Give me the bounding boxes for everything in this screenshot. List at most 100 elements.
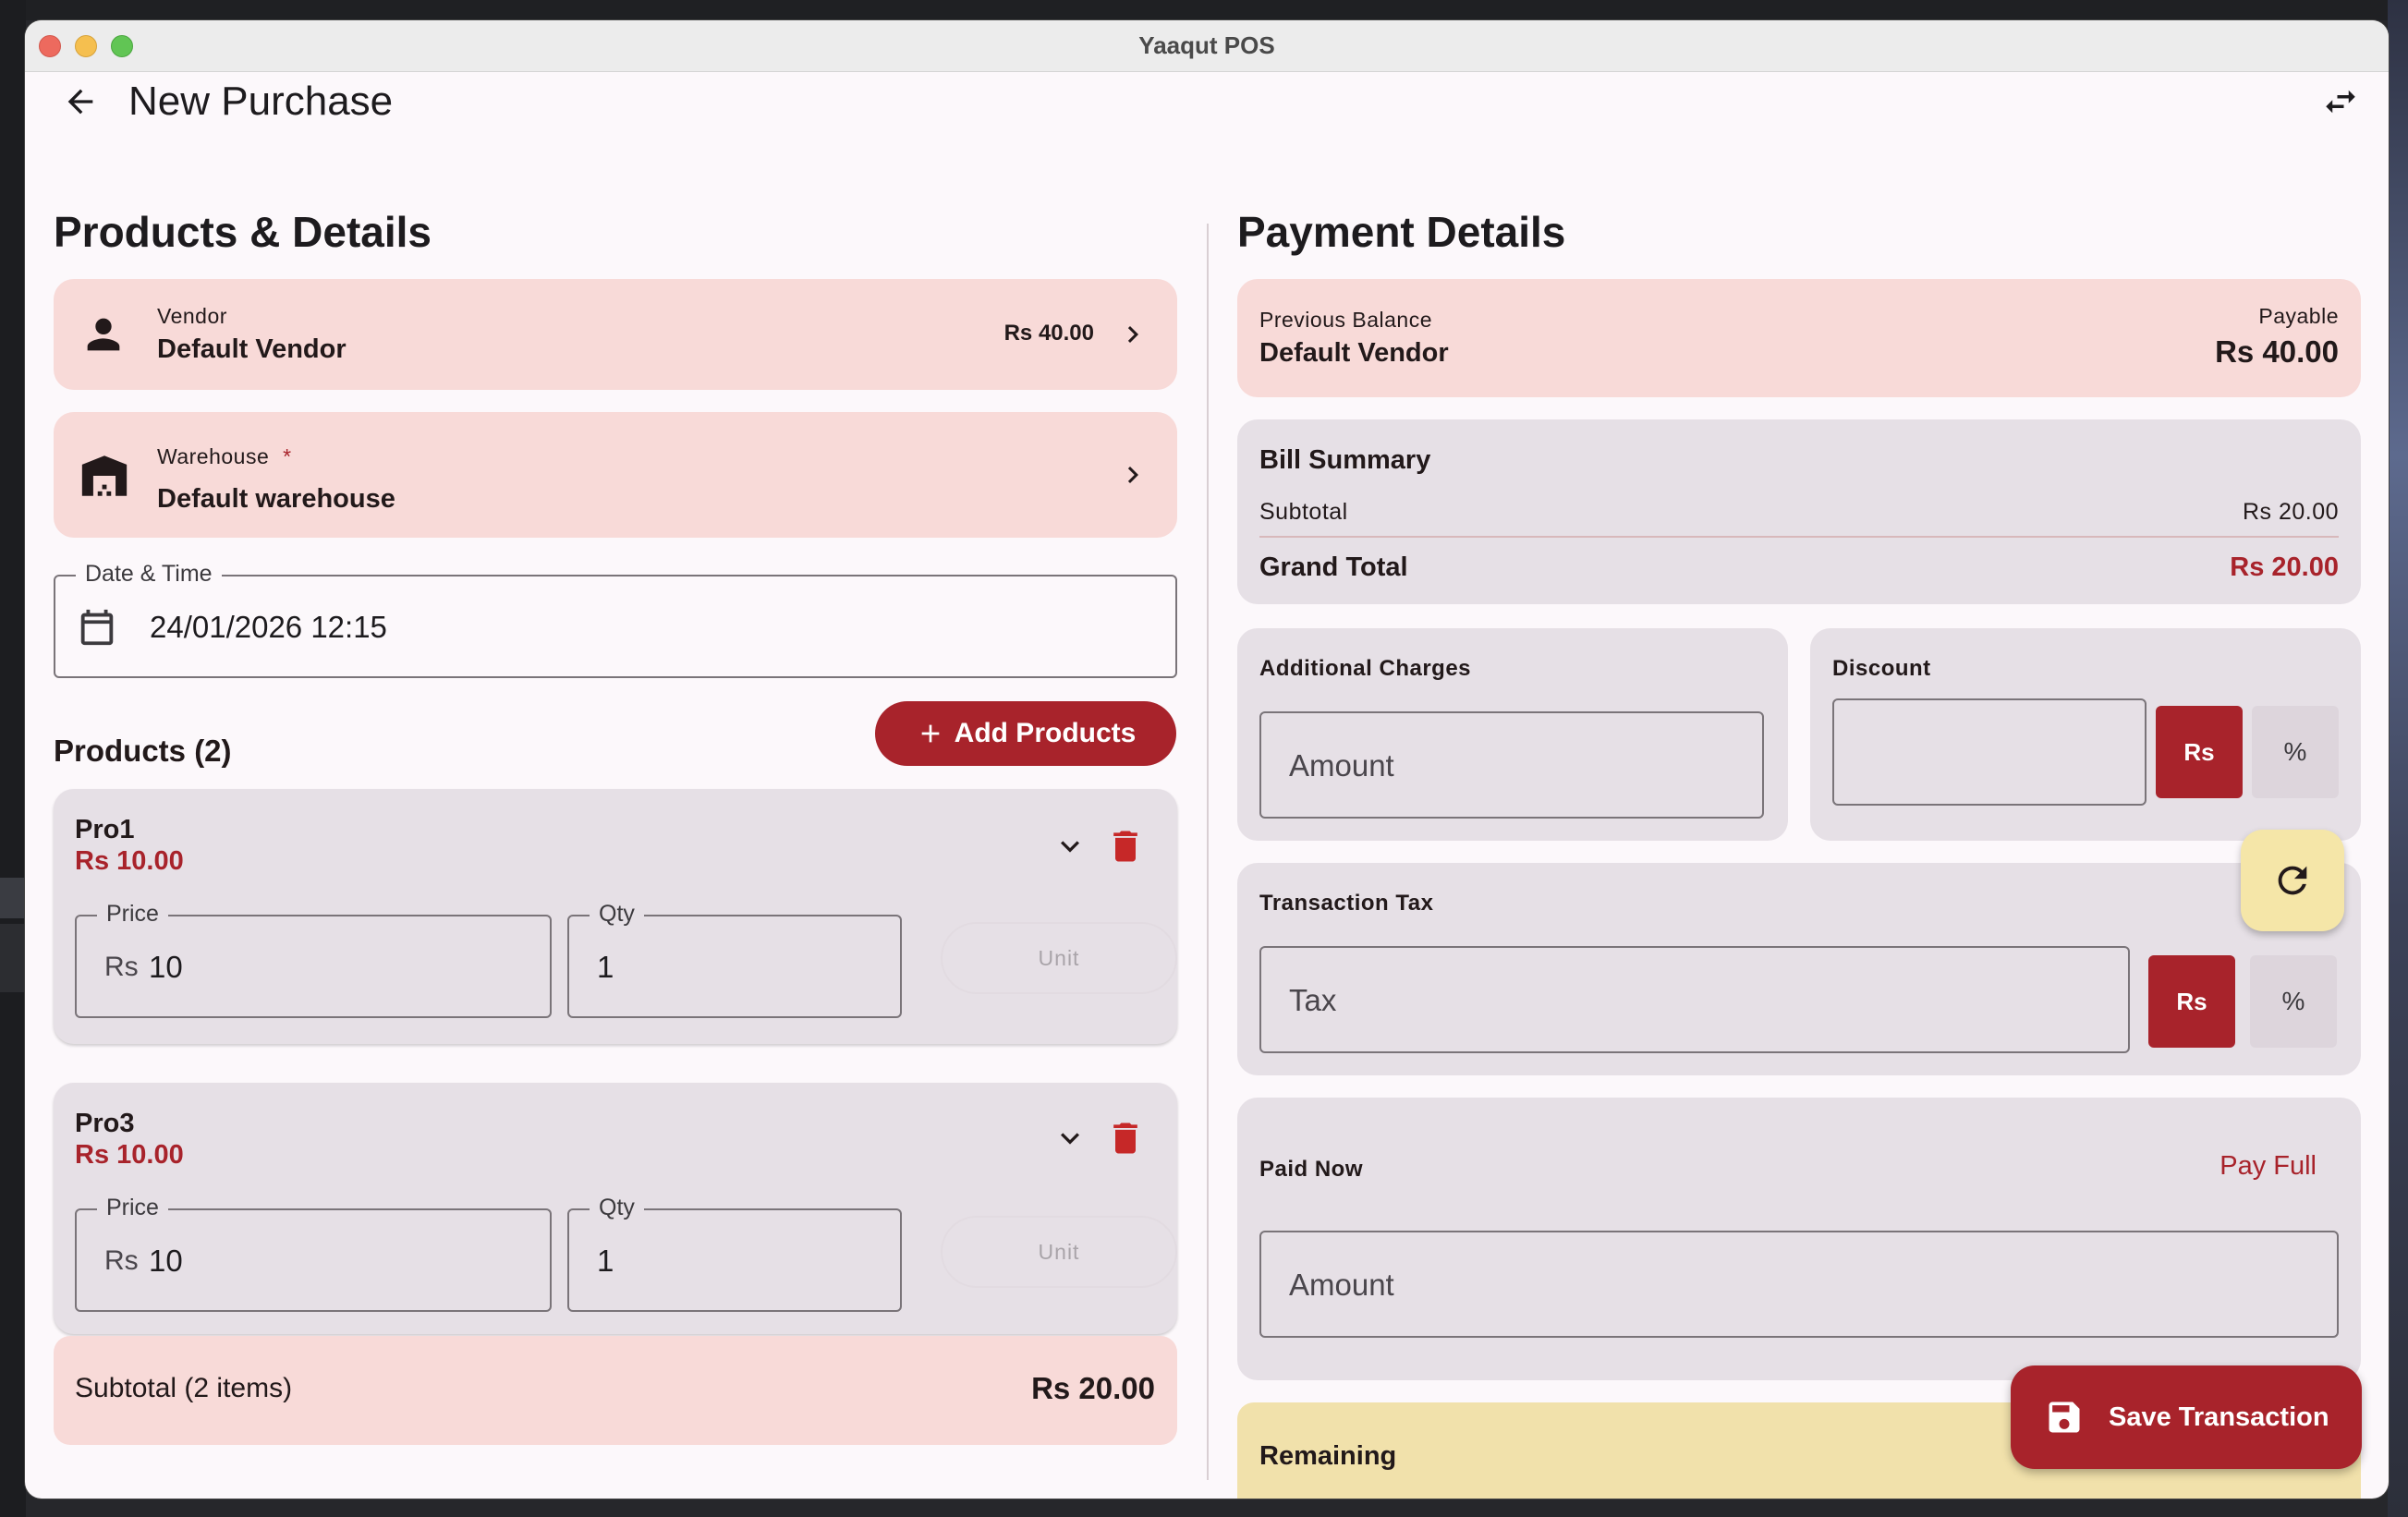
delete-icon[interactable]: [1105, 826, 1146, 867]
add-products-label: Add Products: [954, 718, 1137, 748]
discount-percent-toggle[interactable]: %: [2252, 706, 2339, 798]
window-title: Yaaqut POS: [1138, 31, 1275, 59]
additional-charges-card: Additional Charges Amount: [1237, 628, 1788, 841]
warehouse-icon: [78, 449, 131, 503]
calendar-icon: [76, 606, 118, 649]
remaining-label: Remaining: [1259, 1441, 1397, 1471]
bill-subtotal-value: Rs 20.00: [2242, 499, 2339, 525]
tax-percent-toggle[interactable]: %: [2250, 955, 2337, 1048]
qty-field[interactable]: Qty 1: [567, 1195, 902, 1312]
bill-subtotal-label: Subtotal: [1259, 499, 1348, 525]
discount-title: Discount: [1832, 656, 1931, 681]
tax-input[interactable]: Tax: [1259, 946, 2130, 1053]
transaction-tax-title: Transaction Tax: [1259, 891, 1434, 916]
save-icon: [2049, 1402, 2080, 1433]
paid-now-title: Paid Now: [1259, 1157, 1364, 1182]
discount-card: Discount Rs %: [1810, 628, 2361, 841]
chevron-right-icon: [1116, 458, 1149, 492]
chevron-down-icon[interactable]: [1052, 828, 1088, 865]
products-heading: Products (2): [54, 734, 232, 768]
product-card: Pro3 Rs 10.00 Price Rs 10 Qty 1 Unit: [54, 1083, 1177, 1334]
products-details-title: Products & Details: [54, 208, 432, 256]
additional-charges-placeholder: Amount: [1289, 748, 1394, 783]
add-products-button[interactable]: Add Products: [875, 701, 1176, 766]
transaction-tax-card: Transaction Tax Tax Rs %: [1237, 863, 2361, 1075]
tax-rs-toggle[interactable]: Rs: [2148, 955, 2235, 1048]
qty-field[interactable]: Qty 1: [567, 901, 902, 1018]
bill-summary-card: Bill Summary Subtotal Rs 20.00 Grand Tot…: [1237, 419, 2361, 604]
price-field[interactable]: Price Rs 10: [75, 901, 552, 1018]
bill-summary-title: Bill Summary: [1259, 445, 1431, 475]
vendor-name: Default Vendor: [157, 334, 347, 364]
title-bar: Yaaqut POS: [25, 20, 2389, 72]
background-desktop-strip: [2388, 0, 2408, 1517]
payable-status: Payable: [2258, 304, 2339, 328]
add-icon: [921, 724, 939, 743]
delete-icon[interactable]: [1105, 1118, 1146, 1159]
vendor-label: Vendor: [157, 304, 227, 328]
warehouse-label: Warehouse *: [157, 444, 292, 469]
grand-total-value: Rs 20.00: [2230, 552, 2339, 582]
previous-balance-card: Previous Balance Default Vendor Payable …: [1237, 279, 2361, 397]
previous-balance-label: Previous Balance: [1259, 308, 1432, 332]
tax-placeholder: Tax: [1289, 983, 1337, 1017]
additional-charges-title: Additional Charges: [1259, 656, 1472, 681]
product-card: Pro1 Rs 10.00 Price Rs 10 Qty 1 Unit: [54, 789, 1177, 1044]
currency-prefix: Rs: [104, 952, 139, 982]
back-arrow-icon: [67, 89, 93, 115]
date-time-label: Date & Time: [76, 561, 222, 588]
grand-total-label: Grand Total: [1259, 552, 1408, 582]
qty-value: 1: [597, 1244, 614, 1278]
summary-divider: [1259, 536, 2339, 538]
discount-rs-toggle[interactable]: Rs: [2156, 706, 2243, 798]
vendor-balance: Rs 40.00: [1003, 321, 1094, 346]
price-label: Price: [97, 1195, 168, 1221]
app-window: Yaaqut POS New Purchase Products & Detai…: [25, 20, 2389, 1499]
warehouse-label-text: Warehouse: [157, 444, 270, 468]
paid-now-placeholder: Amount: [1289, 1268, 1394, 1302]
paid-now-input[interactable]: Amount: [1259, 1231, 2339, 1338]
price-label: Price: [97, 901, 168, 928]
warehouse-name: Default warehouse: [157, 484, 395, 514]
paid-now-card: Paid Now Pay Full Amount: [1237, 1098, 2361, 1380]
product-name: Pro3: [75, 1109, 135, 1138]
save-transaction-label: Save Transaction: [2109, 1402, 2329, 1432]
date-time-value: 24/01/2026 12:15: [150, 610, 387, 644]
product-name: Pro1: [75, 815, 135, 844]
previous-balance-amount: Rs 40.00: [2215, 334, 2339, 369]
page-title: New Purchase: [128, 79, 394, 124]
swap-layout-button[interactable]: [2313, 74, 2368, 129]
discount-input[interactable]: [1832, 698, 2147, 806]
price-value: 10: [149, 950, 183, 984]
person-icon: [79, 310, 128, 358]
payment-details-title: Payment Details: [1237, 208, 1566, 256]
chevron-down-icon[interactable]: [1052, 1120, 1088, 1157]
additional-charges-input[interactable]: Amount: [1259, 711, 1764, 819]
background-editor-top: [0, 0, 2408, 20]
previous-balance-vendor: Default Vendor: [1259, 338, 1449, 368]
refresh-icon: [2278, 866, 2307, 895]
currency-prefix: Rs: [104, 1245, 139, 1276]
required-mark: *: [283, 444, 292, 468]
swap-horiz-icon: [2326, 90, 2355, 114]
product-price: Rs 10.00: [75, 846, 184, 876]
warehouse-card[interactable]: Warehouse * Default warehouse: [54, 412, 1177, 538]
unit-button[interactable]: Unit: [941, 922, 1177, 994]
date-time-field[interactable]: Date & Time 24/01/2026 12:15: [54, 561, 1177, 678]
vendor-card[interactable]: Vendor Default Vendor Rs 40.00: [54, 279, 1177, 390]
subtotal-card: Subtotal (2 items) Rs 20.00: [54, 1336, 1177, 1445]
qty-value: 1: [597, 950, 614, 984]
qty-label: Qty: [590, 901, 644, 928]
unit-button[interactable]: Unit: [941, 1216, 1177, 1288]
column-divider: [1207, 224, 1209, 1480]
subtotal-value: Rs 20.00: [1031, 1371, 1155, 1405]
chevron-right-icon: [1116, 318, 1149, 351]
price-value: 10: [149, 1244, 183, 1278]
price-field[interactable]: Price Rs 10: [75, 1195, 552, 1312]
pay-full-button[interactable]: Pay Full: [2219, 1151, 2317, 1182]
qty-label: Qty: [590, 1195, 644, 1221]
subtotal-label: Subtotal (2 items): [75, 1373, 293, 1403]
refresh-button[interactable]: [2241, 830, 2344, 931]
save-transaction-button[interactable]: Save Transaction: [2011, 1365, 2362, 1469]
back-button[interactable]: [53, 74, 108, 129]
